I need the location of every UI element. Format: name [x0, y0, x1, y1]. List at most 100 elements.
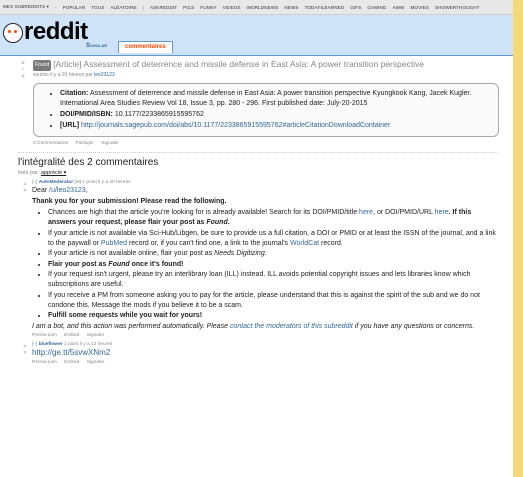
post-tagline: soumis il y a 20 heures par leo23123 — [33, 72, 513, 78]
post-selftext: Citation: Assessment of deterrence and m… — [33, 83, 499, 137]
subreddit-name[interactable]: Scholar — [86, 43, 107, 49]
share-link[interactable]: Partager — [76, 141, 94, 146]
sort-dropdown[interactable]: apprécié ▾ — [41, 170, 66, 176]
b6-text: If you receive a PM from someone asking … — [48, 291, 480, 309]
topbar-item-gaming[interactable]: GAMING — [367, 5, 386, 10]
topbar-item-news[interactable]: NEWS — [284, 5, 298, 10]
topbar-item-my-subreddits[interactable]: MES SUBREDDITS ▾ — [3, 4, 49, 10]
permalink-link[interactable]: Perma-Lien — [32, 360, 57, 365]
upvote-arrow-icon[interactable]: ▲ — [21, 343, 29, 350]
bot-text: I am a bot, and this action was performe… — [32, 323, 230, 330]
downvote-arrow-icon[interactable]: ▼ — [18, 74, 28, 81]
comment-votes: ▲ ▼ — [21, 343, 29, 357]
upvote-arrow-icon[interactable]: ▲ — [21, 181, 29, 188]
permalink-link[interactable]: Perma-Lien — [32, 333, 57, 338]
reddit-logo[interactable]: reddit — [3, 18, 88, 45]
embed-link[interactable]: Embed — [64, 360, 79, 365]
comment-author[interactable]: blueflower — [39, 342, 63, 347]
post-title[interactable]: [Article] Assessment of deterrence and m… — [53, 59, 424, 69]
b7-text: Fulfill some requests while you wait for… — [48, 312, 203, 319]
subreddit-bar: MES SUBREDDITS ▾ - POPULAR TOUS ALÉATOIR… — [0, 0, 513, 15]
file-link[interactable]: http://ge.tt/5svwXNm2 — [32, 348, 110, 357]
post-author[interactable]: leo23123 — [94, 72, 115, 78]
downvote-arrow-icon[interactable]: ▼ — [21, 188, 29, 195]
collapse-toggle[interactable]: [–] — [32, 180, 37, 185]
comment-area: l'intégralité des 2 commentaires triés p… — [0, 146, 513, 365]
b5-text: If your request isn't urgent, please try… — [48, 271, 471, 288]
topbar-separator: | — [142, 4, 144, 10]
b2-mid: record or, if you can't find one, a link… — [127, 239, 290, 247]
post: ▲ • ▼ Found [Article] Assessment of deter… — [0, 56, 513, 146]
topbar-item-askreddit[interactable]: ASKREDDIT — [150, 5, 177, 10]
b3-em: Needs Digitizing — [214, 250, 265, 257]
list-item: If you receive a PM from someone asking … — [48, 291, 501, 311]
article-url-link[interactable]: http://journals.sagepub.com/doi/abs/10.1… — [81, 122, 390, 129]
report-link[interactable]: Signaler — [87, 360, 105, 365]
collapse-toggle[interactable]: [–] — [32, 342, 37, 347]
sort-control: triés par: apprécié ▾ — [18, 170, 513, 176]
tab-comments[interactable]: commentaires — [118, 41, 173, 53]
url-item: [URL] http://journals.sagepub.com/doi/ab… — [60, 121, 490, 131]
topbar-item-all[interactable]: TOUS — [91, 5, 104, 10]
b1-text: Chances are high that the article you're… — [48, 209, 360, 216]
comment-buttons: Perma-Lien Embed Signaler — [32, 333, 513, 338]
alien-icon — [3, 23, 23, 43]
worldcat-link[interactable]: WorldCat — [290, 240, 319, 247]
sort-label: triés par: — [18, 170, 40, 176]
topbar-item-pics[interactable]: PICS — [183, 5, 194, 10]
list-item: If your request isn't urgent, please try… — [48, 270, 501, 290]
topbar-item-aww[interactable]: AWW — [393, 5, 405, 10]
doi-value: 10.1177/2233865915595762 — [114, 111, 204, 118]
comment-author[interactable]: AutoModerator — [39, 180, 73, 185]
bot-footer: I am a bot, and this action was performe… — [32, 322, 501, 332]
topbar-separator: - — [55, 4, 57, 10]
contact-moderators-link[interactable]: contact the moderators of this subreddit — [230, 323, 353, 330]
downvote-arrow-icon[interactable]: ▼ — [21, 350, 29, 357]
citation-item: Citation: Assessment of deterrence and m… — [60, 89, 490, 109]
comment-meta: [M] 1 point il y a 20 heures — [74, 180, 131, 185]
page: MES SUBREDDITS ▾ - POPULAR TOUS ALÉATOIR… — [0, 0, 513, 477]
b3-end: . — [264, 250, 267, 257]
topbar-item-videos[interactable]: VIDEOS — [223, 5, 241, 10]
greeting-prefix: Dear — [32, 187, 50, 194]
window-edge — [513, 0, 523, 477]
b1-em: Found — [206, 219, 228, 226]
thanks-text: Thank you for your submission! Please re… — [32, 198, 227, 205]
comment-buttons: Perma-Lien Embed Signaler — [32, 360, 513, 365]
pubmed-link[interactable]: PubMed — [101, 240, 127, 247]
embed-link[interactable]: Embed — [64, 333, 79, 338]
list-item: Chances are high that the article you're… — [48, 208, 501, 228]
upvote-arrow-icon[interactable]: ▲ — [18, 60, 28, 67]
logo-text: reddit — [24, 18, 88, 45]
bot-end: if you have any questions or concerns. — [352, 323, 475, 330]
topbar-item-random[interactable]: ALÉATOIRE — [110, 5, 136, 10]
b4-em: Found — [108, 260, 130, 268]
topbar-item-popular[interactable]: POPULAR — [63, 5, 86, 10]
comment-tagline: [–] blueflower 1 point il y a 13 heures — [32, 342, 513, 347]
search-url-link[interactable]: here — [435, 209, 449, 216]
report-link[interactable]: Signaler — [101, 141, 119, 146]
b3-text: If your article is not available online,… — [48, 250, 215, 257]
topbar-item-showerthoughts[interactable]: SHOWERTHOUGHT — [435, 5, 480, 10]
search-doi-link[interactable]: here — [359, 209, 373, 216]
doi-item: DOI/PMID/ISBN: 10.1177/2233865915595762 — [60, 110, 490, 120]
topbar-item-funny[interactable]: FUNNY — [200, 5, 216, 10]
user-mention-link[interactable]: /u/leo23123 — [49, 187, 86, 194]
comments-count-link[interactable]: 3 Commentaires — [33, 141, 68, 146]
comment-votes: ▲ ▼ — [21, 181, 29, 195]
score-dot: • — [21, 67, 25, 73]
comment-body: http://ge.tt/5svwXNm2 — [32, 348, 501, 359]
citation-label: Citation: — [60, 90, 89, 97]
topbar-item-movies[interactable]: MOVIES — [410, 5, 428, 10]
b4-text: Flair your post as — [48, 260, 109, 268]
b2-end: record. — [319, 239, 343, 247]
topbar-item-gifs[interactable]: GIFS — [350, 5, 361, 10]
list-item: Flair your post as Found once it's found… — [48, 260, 501, 270]
topbar-item-worldnews[interactable]: WORLDNEWS — [247, 5, 279, 10]
topbar-item-todayilearned[interactable]: TODAYILEARNED — [305, 5, 345, 10]
comments-heading: l'intégralité des 2 commentaires — [18, 152, 498, 168]
report-link[interactable]: Signaler — [87, 333, 105, 338]
site-header: reddit Scholar commentaires — [0, 15, 513, 56]
comment-body: Dear /u/leo23123, Thank you for your sub… — [32, 186, 501, 332]
comment-blueflower: ▲ ▼ [–] blueflower 1 point il y a 13 heu… — [18, 342, 513, 365]
